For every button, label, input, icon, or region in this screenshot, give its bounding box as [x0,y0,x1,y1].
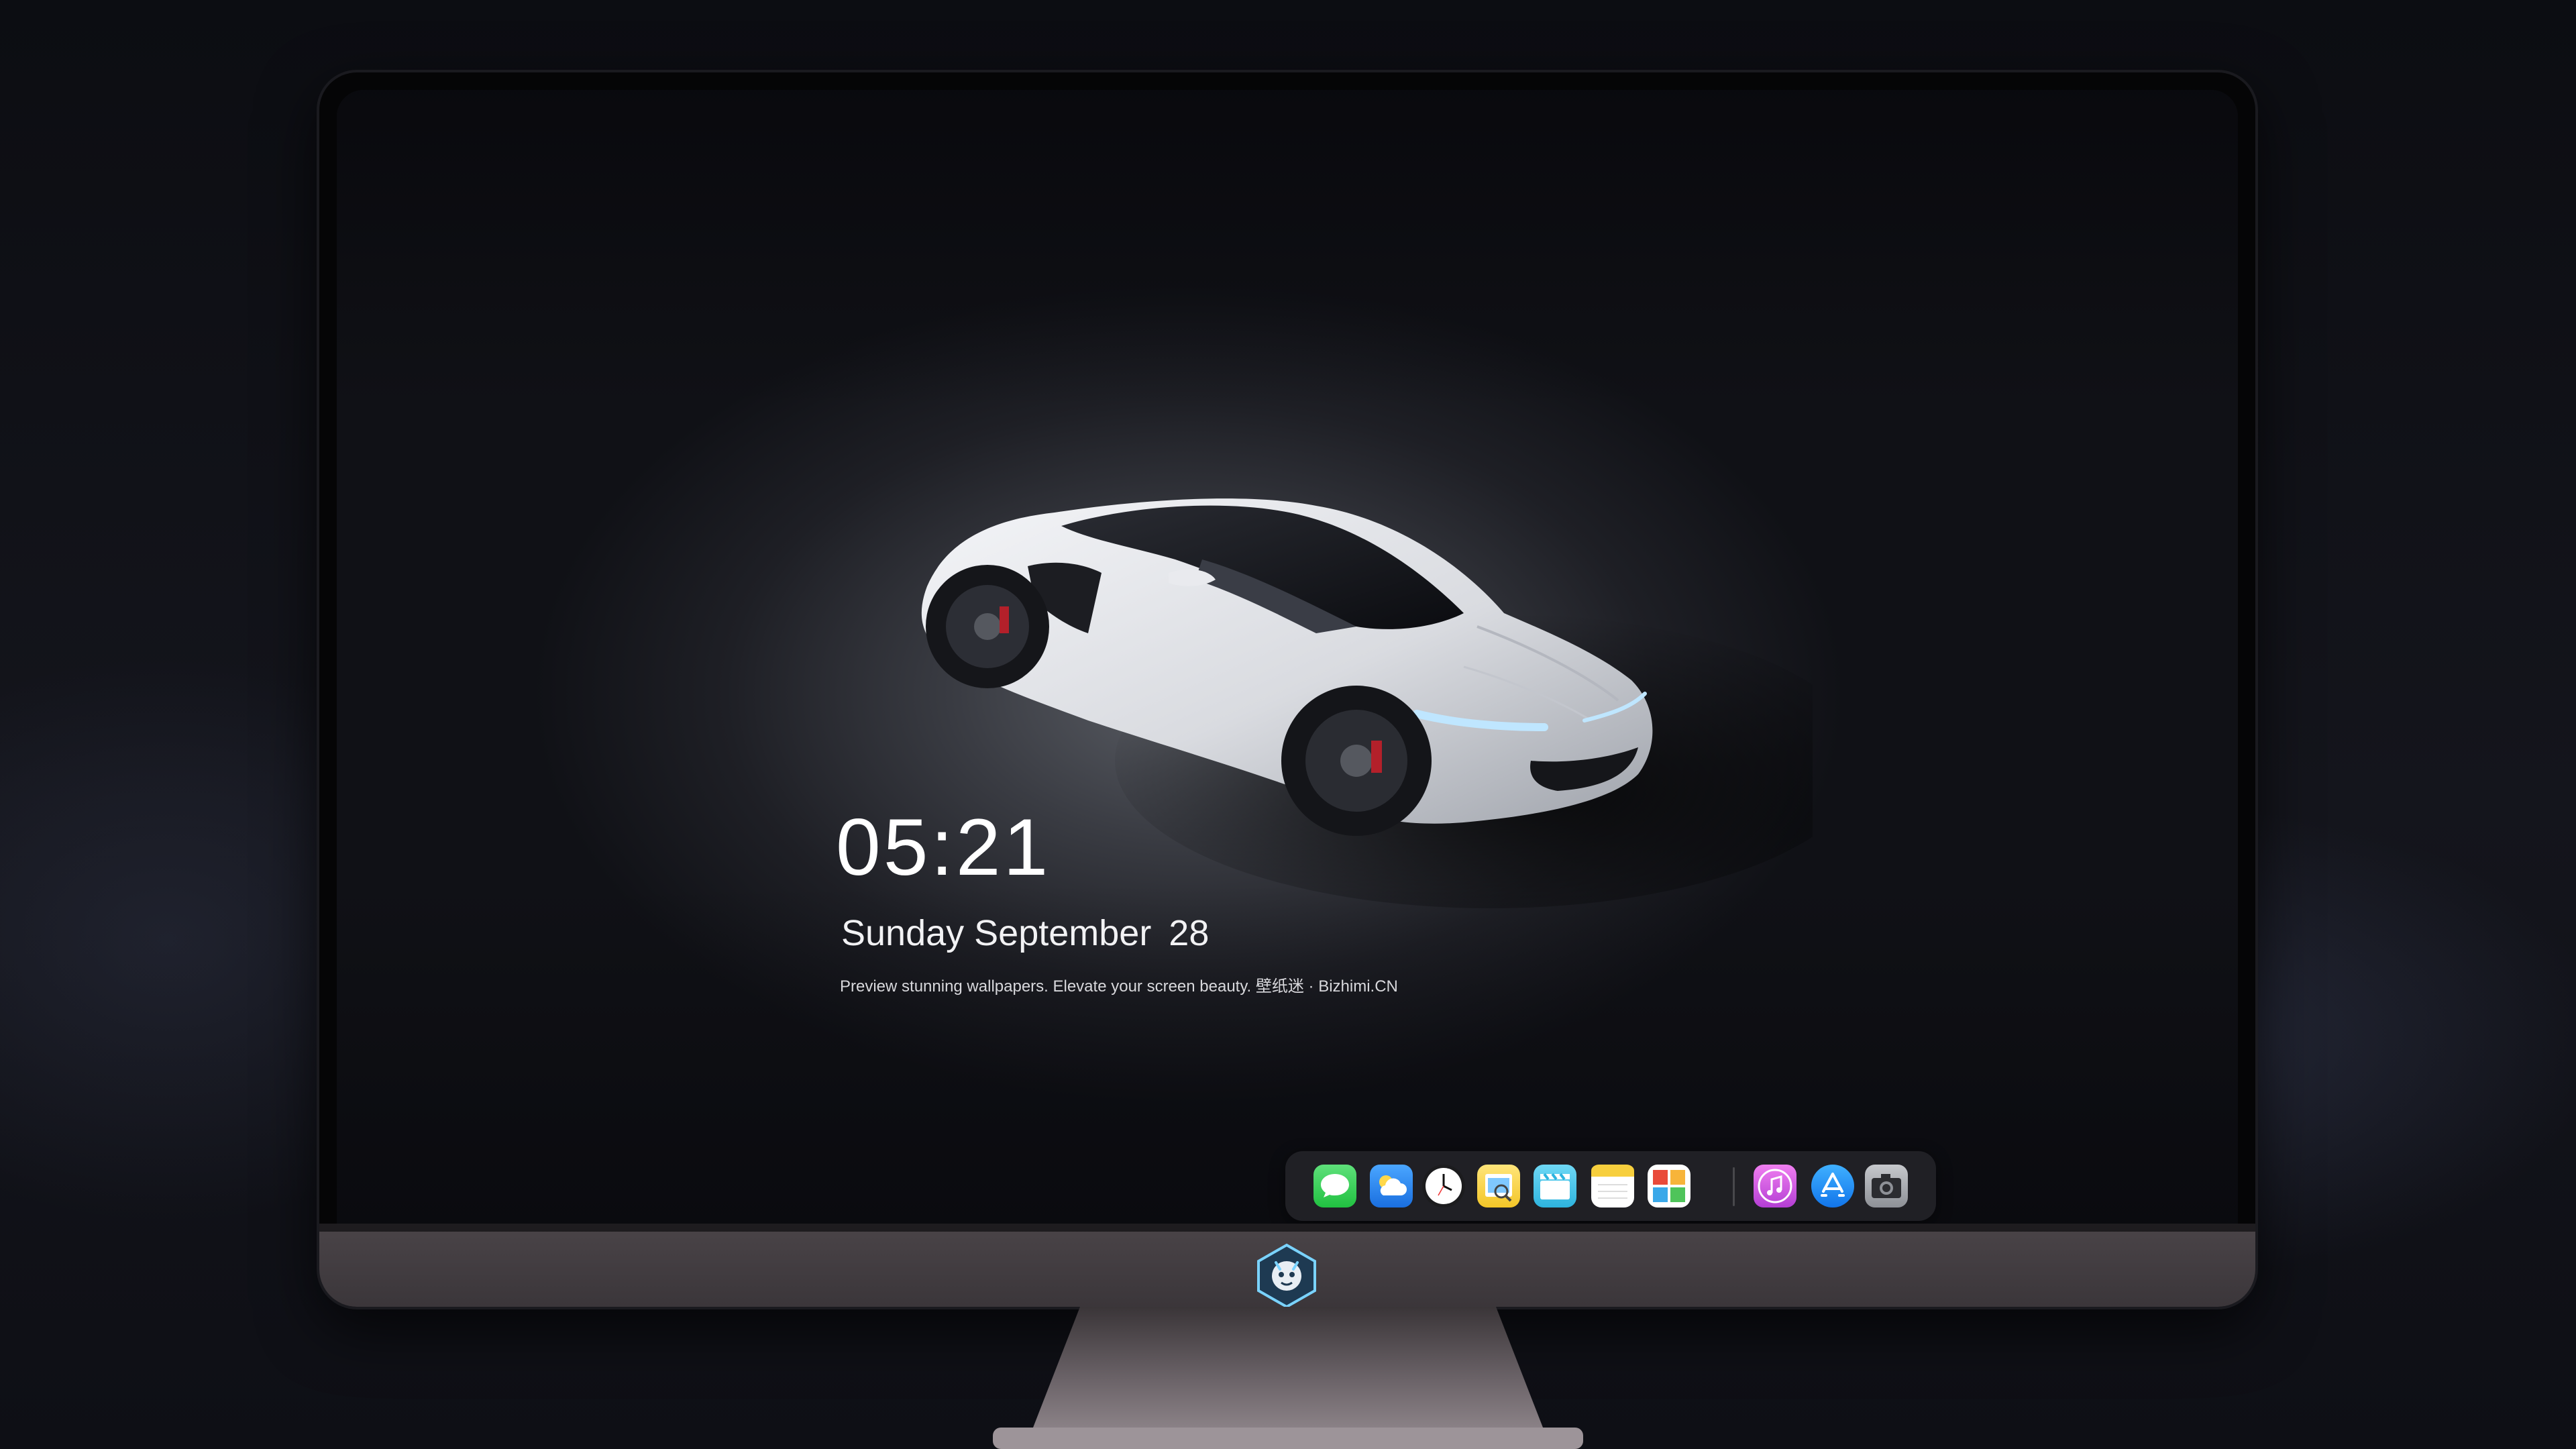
clock-icon[interactable] [1422,1165,1465,1208]
date-day: 28 [1169,913,1210,953]
dock [1285,1151,1936,1221]
wallpaper-car-image [921,498,1813,908]
camera-icon[interactable] [1865,1165,1908,1208]
notes-icon[interactable] [1591,1165,1634,1208]
clips-icon[interactable] [1534,1165,1576,1208]
lock-screen: 05:21 Sunday September 28 Preview stunnin… [337,90,2238,1224]
messages-icon[interactable] [1313,1165,1356,1208]
lock-clock-date: Sunday September 28 [841,912,1209,954]
dock-separator [1733,1167,1735,1206]
monitor-stand [993,1307,1583,1449]
photo-booth-icon[interactable] [1648,1165,1690,1208]
lock-clock-time: 05:21 [836,802,1051,892]
preview-icon[interactable] [1477,1165,1520,1208]
dragon-mascot-logo [1257,1243,1316,1309]
imac-monitor: 05:21 Sunday September 28 Preview stunnin… [319,72,2255,1309]
desktop-scene: 05:21 Sunday September 28 Preview stunnin… [0,0,2576,1449]
itunes-icon[interactable] [1754,1165,1796,1208]
date-weekday-month: Sunday September [841,913,1152,953]
weather-icon[interactable] [1370,1165,1413,1208]
app-store-icon[interactable] [1811,1165,1854,1208]
monitor-chin-edge [319,1224,2255,1232]
wallpaper-tagline: Preview stunning wallpapers. Elevate you… [840,977,1398,996]
